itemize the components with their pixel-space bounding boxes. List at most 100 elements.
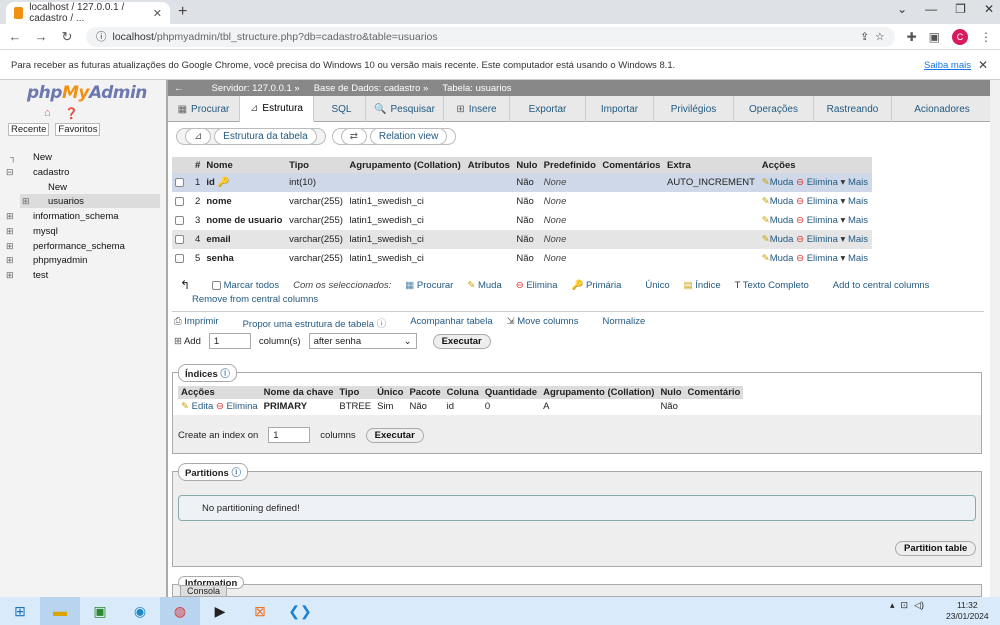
change-button[interactable]: ✎Muda [762,196,794,207]
expand-icon[interactable]: ⊞ [6,241,14,252]
start-windows-icon[interactable]: ⊞ [0,597,40,625]
chrome-icon[interactable]: ◍ [160,597,200,625]
tree-item-phpmyadmin[interactable]: phpmyadmin [33,255,87,266]
bulk-primary-button[interactable]: 🔑 Primária [572,280,622,291]
col-header[interactable]: Nome [203,157,287,173]
tab-recent[interactable]: Recente [8,123,50,136]
collapse-arrow-icon[interactable]: ← [174,83,184,94]
change-button[interactable]: ✎Muda [762,177,794,188]
drop-button[interactable]: ⊖ Elimina [796,234,838,245]
expand-icon[interactable]: ⊞ [22,196,30,207]
tab-favorites[interactable]: Favoritos [55,123,101,136]
expand-icon[interactable]: ⊞ [6,270,14,281]
close-window-icon[interactable]: ✕ [984,2,994,16]
tab-export[interactable]: Exportar [510,96,586,122]
tab-operations[interactable]: Operações [734,96,814,122]
tree-item-usuarios[interactable]: usuarios [48,196,84,207]
store-icon[interactable]: ▣ [80,597,120,625]
info-icon[interactable]: ⓘ [96,29,107,44]
row-checkbox[interactable] [175,196,184,206]
tab-structure[interactable]: ⊿ Estrutura [240,96,314,122]
tab-import[interactable]: Importar [586,96,654,122]
change-button[interactable]: ✎Muda [762,253,794,264]
more-dropdown[interactable]: ▾ Mais [841,215,868,226]
change-button[interactable]: ✎Muda [762,234,794,245]
xampp-icon[interactable]: ⊠ [240,597,280,625]
partition-table-button[interactable]: Partition table [895,541,977,556]
terminal-icon[interactable]: ▶ [200,597,240,625]
expand-icon[interactable]: ⊞ [6,226,14,237]
more-dropdown[interactable]: ▾ Mais [841,177,868,188]
console-toggle[interactable]: Consola [180,585,228,597]
back-icon[interactable]: ← [8,29,22,44]
print-button[interactable]: ⎙ Imprimir [174,316,219,330]
more-dropdown[interactable]: ▾ Mais [841,253,868,264]
tree-item-mysql[interactable]: mysql [33,226,58,237]
extensions-icon[interactable]: ✚ [907,30,917,44]
forward-icon[interactable]: → [34,29,48,44]
tree-item-performance-schema[interactable]: performance_schema [33,241,125,252]
expand-icon[interactable]: ⊞ [6,211,14,222]
vscode-icon[interactable]: ❮❯ [280,597,320,625]
learn-more-link[interactable]: Saiba mais [924,60,971,71]
profile-avatar[interactable]: C [952,28,968,45]
check-all[interactable]: Marcar todos [212,280,279,291]
chevron-up-icon[interactable]: ▴ [890,600,895,611]
move-columns-link[interactable]: ⇲ Move columns [507,316,579,330]
tab-search[interactable]: 🔍 Pesquisar [366,96,444,122]
bulk-change-button[interactable]: ✎ Muda [467,280,501,291]
url-field[interactable]: ⓘ localhost/phpmyadmin/tbl_structure.php… [86,26,895,47]
help-icon[interactable]: ❓ [65,107,79,120]
bookmark-star-icon[interactable]: ☆ [875,31,884,43]
tab-sql[interactable]: SQL [314,96,366,122]
add-column-go-button[interactable]: Executar [432,333,491,349]
row-checkbox[interactable] [175,215,184,225]
tree-item-new-table[interactable]: New [48,182,67,193]
more-dropdown[interactable]: ▾ Mais [841,196,868,207]
bulk-central-button[interactable]: Add to central columns [833,280,930,291]
column-count-input[interactable]: 1 [208,333,251,349]
close-tab-icon[interactable]: ✕ [153,7,162,20]
bulk-drop-button[interactable]: ⊖ Elimina [516,280,558,291]
reload-icon[interactable]: ↻ [60,29,74,45]
tree-item-cadastro[interactable]: cadastro [33,167,69,178]
minimize-icon[interactable]: — [925,2,937,16]
breadcrumb-database[interactable]: Base de Dados: cadastro » [314,83,429,94]
drop-button[interactable]: ⊖ Elimina [796,253,838,264]
drop-index-button[interactable]: ⊖ Elimina [216,401,258,412]
tab-browse[interactable]: ▦ Procurar [168,96,240,122]
drop-button[interactable]: ⊖ Elimina [796,177,838,188]
tab-privileges[interactable]: Privilégios [654,96,734,122]
row-checkbox[interactable] [175,253,184,263]
restore-icon[interactable]: ❐ [955,2,966,16]
close-infobar-icon[interactable]: ✕ [978,58,988,72]
new-tab-button[interactable]: + [178,3,187,21]
tab-search-icon[interactable]: ⌄ [897,2,907,16]
remove-central-button[interactable]: Remove from central columns [192,294,318,305]
help-icon[interactable]: ⓘ [231,468,241,479]
bulk-fulltext-button[interactable]: T Texto Completo [735,280,809,291]
tab-tracking[interactable]: Rastreando [814,96,892,122]
subtab-table-structure[interactable]: ⊿ Estrutura da tabela [176,128,326,145]
collapse-icon[interactable]: ⊟ [6,167,14,178]
edge-icon[interactable]: ◉ [120,597,160,625]
breadcrumb-server[interactable]: Servidor: 127.0.0.1 » [212,83,300,94]
bulk-unique-button[interactable]: Único [645,280,669,291]
share-icon[interactable]: ⇪ [860,31,869,43]
index-columns-input[interactable]: 1 [268,427,311,443]
expand-icon[interactable]: ⊞ [6,255,14,266]
help-icon[interactable]: ⓘ [220,369,230,380]
page-scrollbar[interactable] [990,80,1000,597]
file-explorer-icon[interactable]: ▬ [40,597,80,625]
home-icon[interactable]: ⌂ [44,107,51,120]
check-all-checkbox[interactable] [212,280,221,290]
tab-triggers[interactable]: Acionadores [892,96,992,122]
tree-item-information-schema[interactable]: information_schema [33,211,119,222]
menu-icon[interactable]: ⋮ [980,30,992,44]
position-select[interactable]: after senha ⌄ [308,333,417,349]
propose-structure-link[interactable]: Propor uma estrutura de tabela ⓘ [243,316,387,330]
bulk-browse-button[interactable]: ▦ Procurar [405,280,453,291]
drop-button[interactable]: ⊖ Elimina [796,196,838,207]
row-checkbox[interactable] [175,177,184,187]
create-index-go-button[interactable]: Executar [365,427,424,443]
